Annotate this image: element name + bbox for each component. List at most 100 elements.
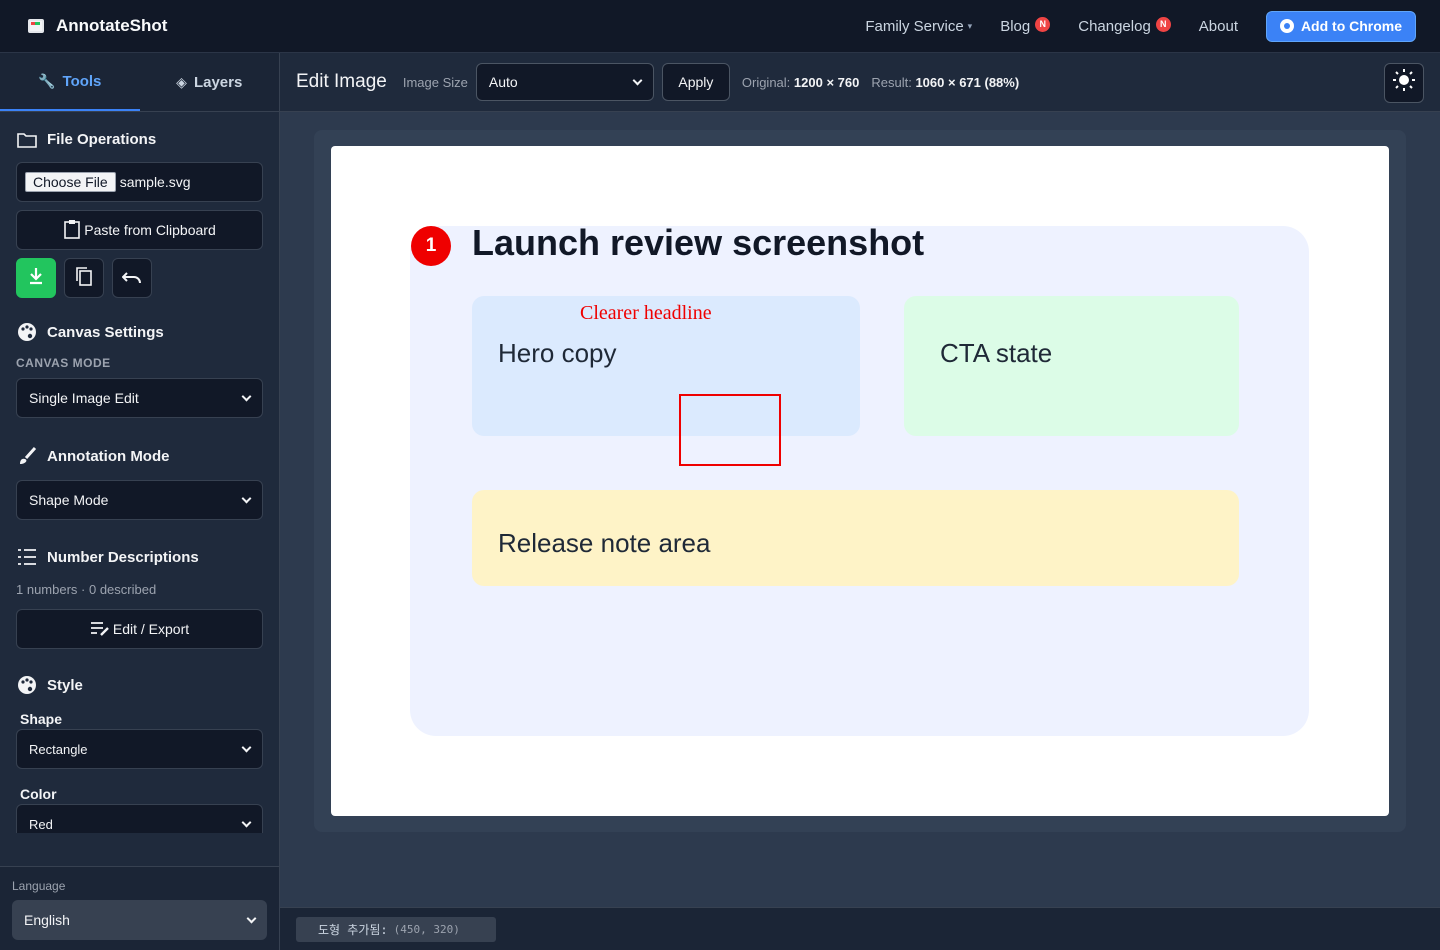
nav-links: Family Service ▾ Blog N Changelog N Abou… (865, 10, 1440, 42)
file-action-buttons (16, 258, 263, 298)
chevron-down-icon: ▾ (967, 20, 973, 31)
color-label: Color (20, 786, 57, 802)
result-size-label: Result: (871, 74, 912, 90)
original-size-value: 1200 × 760 (793, 74, 860, 90)
chevron-down-icon (241, 493, 252, 503)
number-descriptions-summary: 1 numbers · 0 described (16, 582, 157, 597)
number-descriptions-label: Number Descriptions (47, 548, 199, 566)
logo-icon (28, 19, 44, 33)
tab-tools-label: Tools (62, 72, 102, 90)
annotation-mode-value: Shape Mode (29, 492, 109, 508)
result-size: Result: 1060 × 671 (88%) (871, 75, 1019, 90)
status-message: 도형 추가됨: (450, 320) (296, 917, 496, 942)
annotation-mode-label: Annotation Mode (47, 447, 170, 465)
copy-button[interactable] (64, 258, 104, 298)
image-size-select[interactable]: Auto (475, 63, 654, 101)
add-to-chrome-button[interactable]: Add to Chrome (1266, 10, 1416, 42)
color-value: Red (29, 816, 53, 832)
cta-card: CTA state (904, 296, 1239, 436)
new-badge: N (1155, 16, 1171, 32)
release-card: Release note area (472, 490, 1239, 586)
chevron-down-icon (246, 913, 257, 923)
original-size: Original: 1200 × 760 (742, 75, 859, 90)
folder-icon (16, 132, 38, 148)
wrench-icon: 🔧 (38, 72, 56, 89)
shape-select[interactable]: Rectangle (16, 729, 263, 769)
paste-from-clipboard-button[interactable]: Paste from Clipboard (16, 210, 263, 250)
file-name: sample.svg (119, 174, 191, 190)
canvas-settings-title: Canvas Settings (16, 322, 263, 342)
palette-icon (16, 322, 38, 342)
hero-card-label: Hero copy (498, 338, 617, 368)
edit-list-icon (90, 620, 110, 639)
brand[interactable]: AnnotateShot (28, 16, 167, 36)
release-card-label: Release note area (498, 528, 711, 558)
paste-label: Paste from Clipboard (84, 222, 216, 238)
tab-layers[interactable]: ◈ Layers (140, 53, 280, 111)
text-annotation[interactable]: Clearer headline (580, 302, 712, 325)
tab-tools[interactable]: 🔧 Tools (0, 53, 140, 111)
chevron-down-icon (632, 75, 643, 85)
palette-icon (16, 675, 38, 695)
copy-icon (75, 266, 93, 291)
app-name: AnnotateShot (56, 16, 168, 35)
nav-blog-label: Blog (1000, 17, 1031, 35)
page-title: Edit Image (296, 71, 387, 92)
cta-card-label: CTA state (940, 338, 1053, 368)
choose-file-button[interactable]: Choose File (25, 172, 116, 192)
number-marker[interactable]: 1 (411, 226, 451, 266)
nav-changelog-label: Changelog (1078, 17, 1151, 35)
chevron-down-icon (241, 391, 252, 401)
undo-button[interactable] (112, 258, 152, 298)
rectangle-annotation[interactable] (679, 394, 781, 466)
annotation-mode-title: Annotation Mode (16, 446, 263, 466)
screenshot-title: Launch review screenshot (472, 222, 925, 263)
color-select[interactable]: Red (16, 804, 263, 833)
status-bar: 도형 추가됨: (450, 320) (280, 907, 1440, 950)
download-button[interactable] (16, 258, 56, 298)
tab-layers-label: Layers (193, 73, 243, 91)
chevron-down-icon (241, 817, 252, 827)
sidebar-tabs: 🔧 Tools ◈ Layers (0, 53, 279, 112)
canvas-mode-select[interactable]: Single Image Edit (16, 378, 263, 418)
editor-toolbar: Edit Image Image Size Auto Apply Origina… (280, 53, 1440, 112)
file-input[interactable]: Choose File sample.svg (16, 162, 263, 202)
clipboard-icon (63, 219, 81, 242)
edit-export-label: Edit / Export (112, 621, 190, 637)
chevron-down-icon (241, 742, 252, 752)
shape-label: Shape (20, 711, 63, 727)
sidebar: 🔧 Tools ◈ Layers File Operations Choose … (0, 53, 280, 950)
style-label: Style (47, 676, 83, 694)
nav-blog[interactable]: Blog N (1000, 16, 1051, 35)
number-descriptions-title: Number Descriptions (16, 548, 263, 566)
shape-value: Rectangle (29, 741, 88, 757)
undo-icon (121, 268, 142, 289)
top-nav: AnnotateShot Family Service ▾ Blog N Cha… (0, 0, 1440, 53)
nav-family-service[interactable]: Family Service ▾ (865, 18, 972, 35)
annotation-mode-select[interactable]: Shape Mode (16, 480, 263, 520)
image-size-value: Auto (488, 74, 518, 90)
new-badge: N (1035, 16, 1051, 32)
canvas-settings-label: Canvas Settings (47, 323, 164, 341)
image-canvas[interactable]: Launch review screenshot 1 Hero copy CTA… (331, 146, 1389, 816)
original-size-label: Original: (741, 74, 791, 90)
style-title: Style (16, 675, 263, 695)
file-operations-label: File Operations (47, 131, 157, 148)
apply-button[interactable]: Apply (661, 63, 730, 101)
nav-family-service-label: Family Service (865, 17, 964, 35)
language-value: English (24, 912, 70, 928)
language-select[interactable]: English (12, 900, 267, 940)
nav-changelog[interactable]: Changelog N (1078, 16, 1171, 35)
nav-about[interactable]: About (1199, 18, 1238, 35)
language-area: Language English (0, 866, 279, 950)
image-size-label: Image Size (402, 74, 468, 90)
theme-toggle-button[interactable] (1384, 63, 1424, 103)
sidebar-panel[interactable]: File Operations Choose File sample.svg P… (0, 113, 279, 833)
sun-icon (1393, 69, 1415, 97)
result-size-value: 1060 × 671 (88%) (915, 74, 1020, 90)
file-operations-title: File Operations (16, 131, 263, 148)
canvas-mode-value: Single Image Edit (29, 390, 139, 406)
brush-icon (16, 446, 38, 466)
layers-icon: ◈ (176, 73, 187, 90)
edit-export-button[interactable]: Edit / Export (16, 609, 263, 649)
